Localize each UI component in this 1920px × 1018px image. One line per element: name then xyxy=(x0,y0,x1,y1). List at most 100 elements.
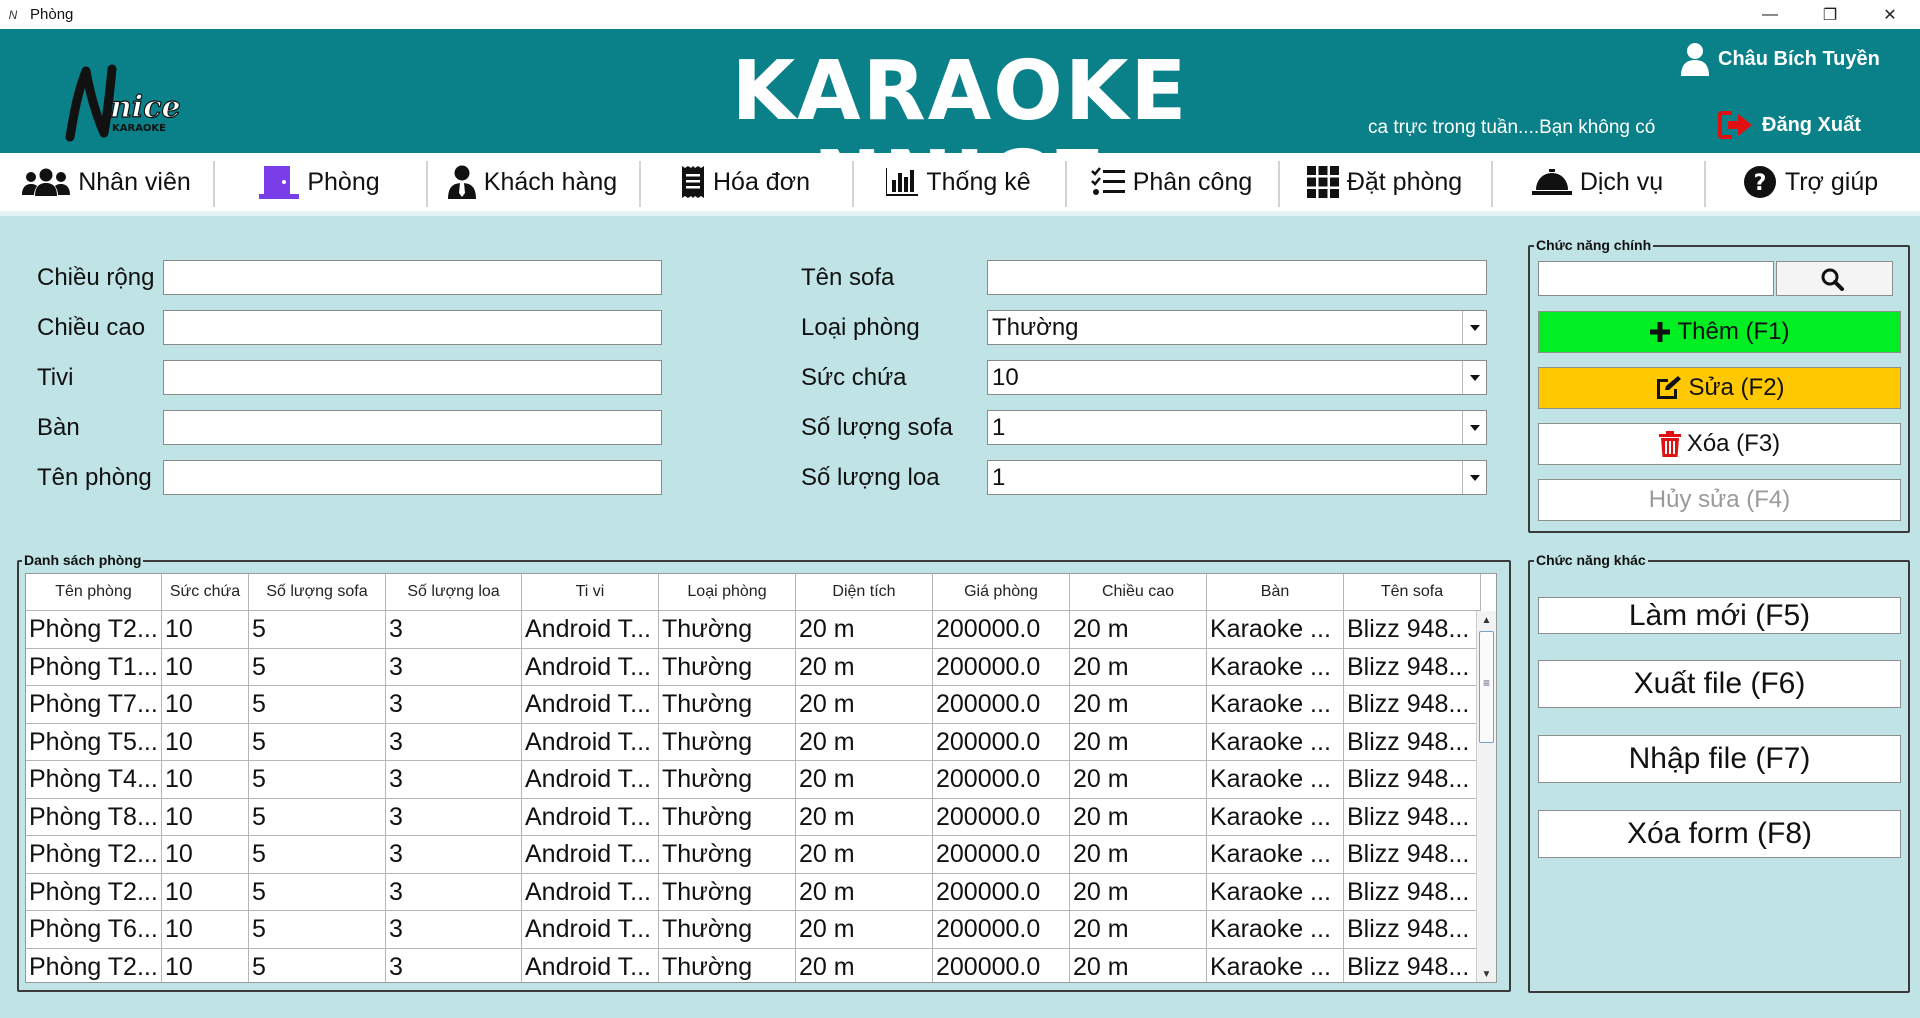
table-cell: 20 m xyxy=(1070,761,1207,799)
table-row[interactable]: Phòng T1... 10 5 3 Android T... Thường 20 m 200… xyxy=(26,648,1481,686)
column-header[interactable]: Tên sofa xyxy=(1344,574,1481,611)
table-row[interactable]: Phòng T2... 10 5 3 Android T... Thường 20 m 200… xyxy=(26,948,1481,982)
table-row[interactable]: Phòng T7... 10 5 3 Android T... Thường 20 m 200… xyxy=(26,686,1481,724)
column-header[interactable]: Bàn xyxy=(1207,574,1344,611)
minimize-button[interactable]: — xyxy=(1740,0,1800,29)
nav-item-hoa-don[interactable]: Hóa đơn xyxy=(639,157,852,207)
nav-item-khach-hang[interactable]: Khách hàng xyxy=(426,157,639,207)
plus-icon xyxy=(1650,322,1671,342)
delete-button[interactable]: Xóa (F3) xyxy=(1538,423,1901,465)
table-cell: Karaoke ... xyxy=(1207,761,1344,799)
table-cell: 5 xyxy=(249,761,386,799)
nav-item-thong-ke[interactable]: Thống kê xyxy=(852,157,1065,207)
table-cell: 5 xyxy=(249,686,386,724)
refresh-button[interactable]: Làm mới (F5) xyxy=(1538,597,1901,634)
nav-item-phan-cong[interactable]: Phân công xyxy=(1065,157,1278,207)
nav-item-nhan-vien[interactable]: Nhân viên xyxy=(0,157,213,207)
table-input[interactable] xyxy=(163,410,662,445)
column-header[interactable]: Ti vi xyxy=(522,574,659,611)
table-row[interactable]: Phòng T4... 10 5 3 Android T... Thường 20 m 200… xyxy=(26,761,1481,799)
table-cell: 200000.0 xyxy=(933,836,1070,874)
column-header[interactable]: Sức chứa xyxy=(162,574,249,611)
table-cell: Blizz 948... xyxy=(1344,686,1481,724)
nav-item-dat-phong[interactable]: Đặt phòng xyxy=(1278,157,1491,207)
search-button[interactable] xyxy=(1776,261,1893,296)
room-name-input[interactable] xyxy=(163,460,662,495)
maximize-button[interactable]: ❐ xyxy=(1800,0,1860,29)
import-file-button[interactable]: Nhập file (F7) xyxy=(1538,735,1901,783)
column-header[interactable]: Diện tích xyxy=(796,574,933,611)
table-cell: 20 m xyxy=(796,686,933,724)
edit-button[interactable]: Sửa (F2) xyxy=(1538,367,1901,409)
sofa-count-select[interactable]: 1 xyxy=(987,410,1487,445)
table-cell: Blizz 948... xyxy=(1344,761,1481,799)
scroll-down-icon[interactable]: ▼ xyxy=(1477,965,1496,982)
column-header[interactable]: Tên phòng xyxy=(26,574,162,611)
scroll-up-icon[interactable]: ▲ xyxy=(1477,611,1496,629)
column-header[interactable]: Số lượng sofa xyxy=(249,574,386,611)
search-input[interactable] xyxy=(1538,261,1774,296)
add-label: Thêm (F1) xyxy=(1677,318,1790,345)
table-row[interactable]: Phòng T2... 10 5 3 Android T... Thường 20 m 200… xyxy=(26,611,1481,649)
table-scrollbar[interactable]: ▲ ▼ xyxy=(1476,611,1496,982)
column-header[interactable]: Giá phòng xyxy=(933,574,1070,611)
capacity-select[interactable]: 10 xyxy=(987,360,1487,395)
receipt-icon xyxy=(681,166,704,198)
chevron-down-icon[interactable] xyxy=(1462,411,1486,444)
table-cell: Android T... xyxy=(522,761,659,799)
add-button[interactable]: Thêm (F1) xyxy=(1538,311,1901,353)
chevron-down-icon[interactable] xyxy=(1462,361,1486,394)
table-cell: Thường xyxy=(659,611,796,649)
column-header[interactable]: Loại phòng xyxy=(659,574,796,611)
scroll-thumb[interactable] xyxy=(1479,631,1494,743)
table-cell: Phòng T4... xyxy=(26,761,162,799)
table-cell: Blizz 948... xyxy=(1344,798,1481,836)
table-cell: Karaoke ... xyxy=(1207,686,1344,724)
table-cell: Blizz 948... xyxy=(1344,723,1481,761)
sofa-name-label: Tên sofa xyxy=(801,264,895,291)
main-functions-title: Chức năng chính xyxy=(1534,237,1654,253)
table-row[interactable]: Phòng T2... 10 5 3 Android T... Thường 20 m 200… xyxy=(26,836,1481,874)
table-cell: Phòng T6... xyxy=(26,911,162,949)
width-input[interactable] xyxy=(163,260,662,295)
main-nav: Nhân viên Phòng Khách hàng Hóa đơn Thống… xyxy=(0,153,1920,216)
table-row[interactable]: Phòng T6... 10 5 3 Android T... Thường 20 m 200… xyxy=(26,911,1481,949)
nav-item-tro-giup[interactable]: ? Trợ giúp xyxy=(1704,157,1917,207)
cancel-edit-button[interactable]: Hủy sửa (F4) xyxy=(1538,479,1901,521)
table-cell: 20 m xyxy=(1070,611,1207,649)
table-row[interactable]: Phòng T8... 10 5 3 Android T... Thường 20 m 200… xyxy=(26,798,1481,836)
table-cell: Android T... xyxy=(522,648,659,686)
table-cell: Phòng T2... xyxy=(26,611,162,649)
table-cell: Karaoke ... xyxy=(1207,911,1344,949)
close-button[interactable]: ✕ xyxy=(1860,0,1920,29)
tv-input[interactable] xyxy=(163,360,662,395)
column-header[interactable]: Chiều cao xyxy=(1070,574,1207,611)
table-cell: 20 m xyxy=(796,648,933,686)
grid-icon xyxy=(1306,166,1339,198)
table-row[interactable]: Phòng T2... 10 5 3 Android T... Thường 20 m 200… xyxy=(26,873,1481,911)
table-row[interactable]: Phòng T5... 10 5 3 Android T... Thường 20 m 200… xyxy=(26,723,1481,761)
export-file-button[interactable]: Xuất file (F6) xyxy=(1538,660,1901,708)
table-cell: Blizz 948... xyxy=(1344,911,1481,949)
chevron-down-icon[interactable] xyxy=(1462,311,1486,344)
table-cell: Phòng T8... xyxy=(26,798,162,836)
column-header[interactable]: Số lượng loa xyxy=(386,574,522,611)
table-cell: 5 xyxy=(249,648,386,686)
table-cell: 20 m xyxy=(796,948,933,982)
sofa-name-input[interactable] xyxy=(987,260,1487,295)
logout-button[interactable]: Đăng Xuất xyxy=(1718,107,1861,143)
table-cell: Karaoke ... xyxy=(1207,648,1344,686)
room-type-select[interactable]: Thường xyxy=(987,310,1487,345)
nav-item-phong[interactable]: Phòng xyxy=(213,157,426,207)
speaker-count-select[interactable]: 1 xyxy=(987,460,1487,495)
other-functions-title: Chức năng khác xyxy=(1534,552,1648,568)
chevron-down-icon[interactable] xyxy=(1462,461,1486,494)
height-input[interactable] xyxy=(163,310,662,345)
svg-text:KARAOKE: KARAOKE xyxy=(112,123,166,134)
table-cell: 200000.0 xyxy=(933,611,1070,649)
clear-form-button[interactable]: Xóa form (F8) xyxy=(1538,810,1901,858)
nav-item-dich-vu[interactable]: Dịch vụ xyxy=(1491,157,1704,207)
table-cell: 3 xyxy=(386,761,522,799)
tv-label: Tivi xyxy=(37,364,74,391)
table-cell: 5 xyxy=(249,836,386,874)
